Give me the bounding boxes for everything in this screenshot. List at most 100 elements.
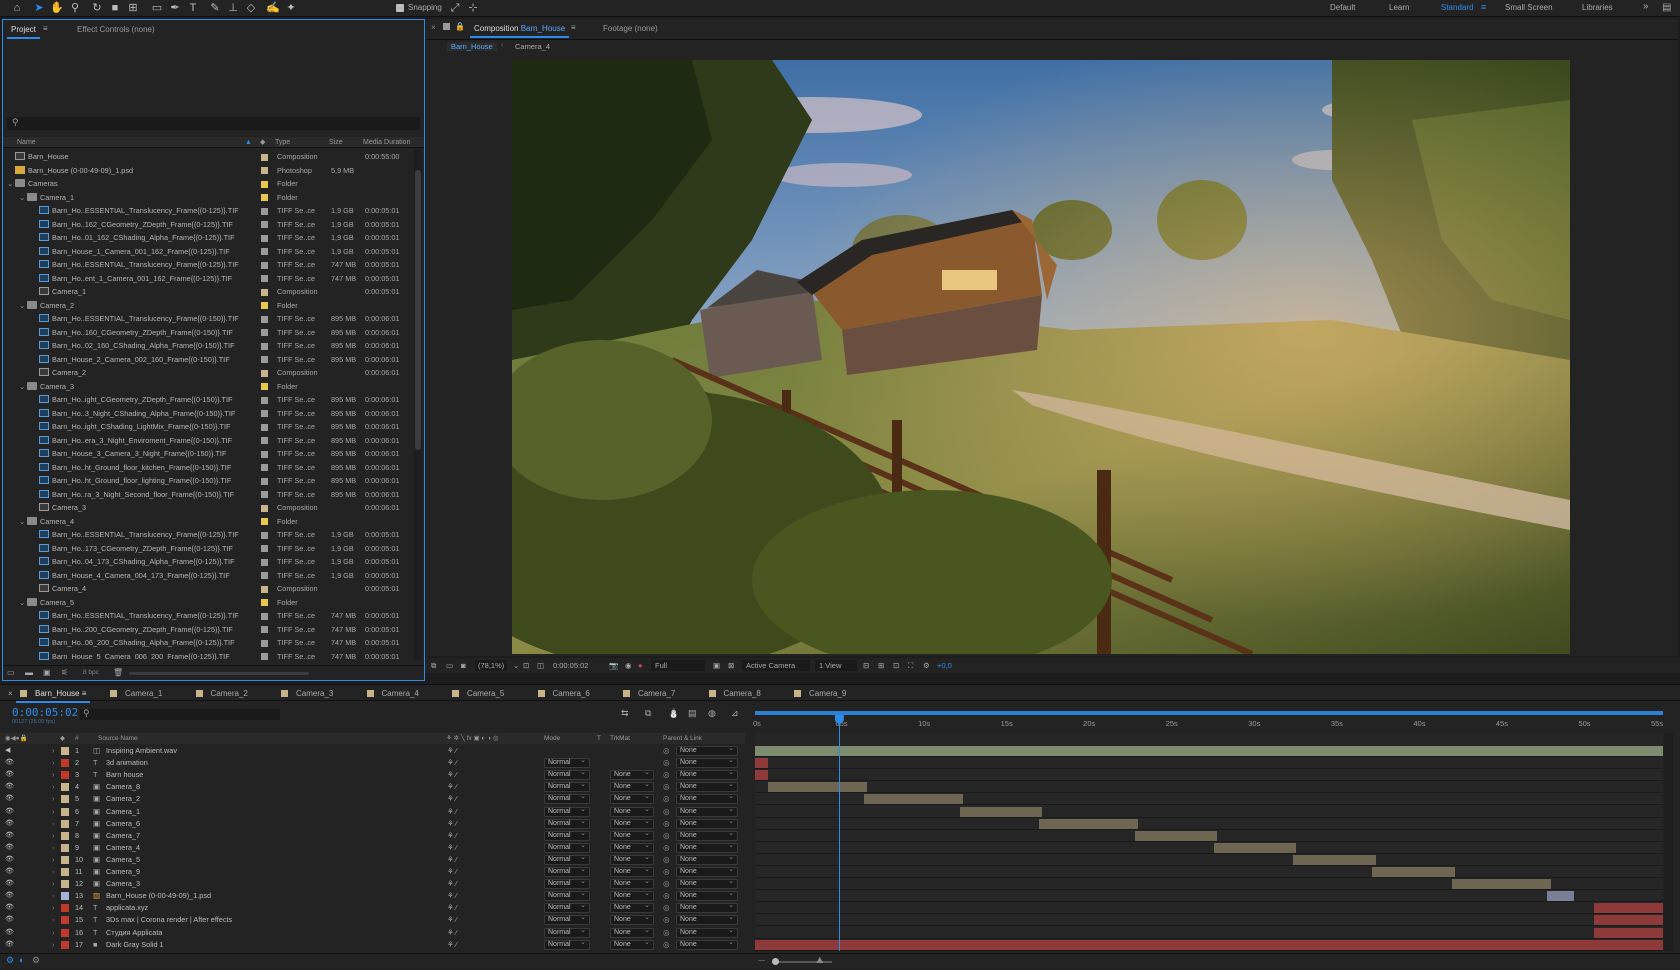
layer-row[interactable]: 👁 › 6 ▣ Camera_1 ⚘ ⁄ Normal None ◎ None <box>0 806 745 818</box>
expand-layer-icon[interactable]: › <box>52 927 54 939</box>
blend-mode-dropdown[interactable]: Normal <box>544 854 590 865</box>
project-menu-icon[interactable]: ≡ <box>43 24 48 33</box>
track-matte-dropdown[interactable]: None <box>610 939 654 950</box>
track-matte-dropdown[interactable]: None <box>610 830 654 841</box>
parent-pickwhip-icon[interactable]: ◎ <box>663 830 669 842</box>
label-color-swatch[interactable] <box>261 275 268 282</box>
blend-mode-dropdown[interactable]: Normal <box>544 793 590 805</box>
layer-duration-bar[interactable] <box>1038 818 1138 829</box>
track-matte-dropdown[interactable]: None <box>610 781 654 793</box>
project-item[interactable]: Barn_Ho..04_173_CShading_Alpha_Frame{(0-… <box>3 555 416 569</box>
timeline-tab[interactable]: Camera_1 <box>110 689 162 698</box>
label-color-swatch[interactable] <box>261 167 268 174</box>
parent-pickwhip-icon[interactable]: ◎ <box>663 866 669 878</box>
track-matte-dropdown[interactable]: None <box>610 806 654 817</box>
project-item[interactable]: Barn_Ho..ra_3_Night_Second_floor_Frame{(… <box>3 488 416 502</box>
project-item[interactable]: Barn_Ho..01_162_CShading_Alpha_Frame{(0-… <box>3 231 416 245</box>
layer-name[interactable]: Студия Applicata <box>106 927 162 939</box>
parent-pickwhip-icon[interactable]: ◎ <box>663 818 669 830</box>
layer-row[interactable]: 👁 › 10 ▣ Camera_5 ⚘ ⁄ Normal None ◎ None <box>0 854 745 866</box>
parent-dropdown[interactable]: None <box>676 939 738 950</box>
expand-layer-icon[interactable]: › <box>52 757 54 769</box>
parent-dropdown[interactable]: None <box>676 769 738 781</box>
layer-name[interactable]: 3Ds max | Corona render | After effects <box>106 914 232 926</box>
visibility-eye-icon[interactable]: 👁 <box>5 854 14 866</box>
track-matte-dropdown[interactable]: None <box>610 902 654 914</box>
camera-view-dropdown[interactable]: Active Camera <box>742 660 810 671</box>
layer-row[interactable]: 👁 › 5 ▣ Camera_2 ⚘ ⁄ Normal None ◎ None <box>0 793 745 805</box>
motion-blur-icon[interactable]: ◍ <box>708 708 716 719</box>
label-color-swatch[interactable] <box>261 221 268 228</box>
track-matte-dropdown[interactable]: None <box>610 842 654 853</box>
label-color-swatch[interactable] <box>261 585 268 593</box>
project-item[interactable]: Barn_House_5_Camera_006_200_Frame{(0-125… <box>3 650 416 660</box>
layer-switches-icon[interactable]: ⚘ ⁄ <box>447 806 457 818</box>
blend-mode-dropdown[interactable]: Normal <box>544 890 590 902</box>
label-color-swatch[interactable] <box>261 342 268 350</box>
layer-row[interactable]: 👁 › 8 ▣ Camera_7 ⚘ ⁄ Normal None ◎ None <box>0 830 745 842</box>
layer-duration-bar[interactable] <box>1293 854 1376 865</box>
layer-duration-bar[interactable] <box>1134 830 1218 841</box>
visibility-eye-icon[interactable]: 👁 <box>5 866 14 878</box>
visibility-eye-icon[interactable]: 👁 <box>5 769 14 781</box>
hide-shy-layers-icon[interactable]: ⛄ <box>668 708 679 719</box>
track-area[interactable] <box>755 733 1663 951</box>
project-item[interactable]: Barn_Ho..173_CGeometry_ZDepth_Frame{(0-1… <box>3 542 416 556</box>
label-color-swatch[interactable] <box>261 572 268 579</box>
layer-row[interactable]: 👁 › 13 ▨ Barn_House (0-00-49-09)_1.psd ⚘ ⁄ Nor… <box>0 890 745 902</box>
layer-name[interactable]: applicata.xyz <box>106 902 148 914</box>
layer-switches-icon[interactable]: ⚙ <box>6 955 14 966</box>
visibility-eye-icon[interactable]: 👁 <box>5 818 14 830</box>
project-item[interactable]: Barn_Ho..ESSENTIAL_Translucency_Frame{(0… <box>3 258 416 272</box>
layer-label-color[interactable] <box>61 843 69 852</box>
track-matte-dropdown[interactable]: None <box>610 866 654 877</box>
zoom-dropdown[interactable]: (78,1%) <box>475 660 508 671</box>
project-item[interactable]: ⌄ Camera_4 Folder <box>3 515 416 529</box>
visibility-eye-icon[interactable]: 👁 <box>5 842 14 854</box>
project-item[interactable]: Barn_Ho..ESSENTIAL_Translucency_Frame{(0… <box>3 609 416 623</box>
layer-switches-icon[interactable]: ⚘ ⁄ <box>447 769 457 781</box>
label-color-swatch[interactable] <box>261 396 268 404</box>
project-item[interactable]: Barn_Ho..ight_CShading_LightMix_Frame{(0… <box>3 420 416 434</box>
label-color-swatch[interactable] <box>261 558 268 566</box>
layer-label-color[interactable] <box>61 892 69 901</box>
project-item[interactable]: Barn_Ho..ight_CGeometry_ZDepth_Frame{(0-… <box>3 393 416 407</box>
layer-row[interactable]: 👁 › 17 ■ Dark Gray Solid 1 ⚘ ⁄ Normal None ◎ None <box>0 939 745 951</box>
label-color-swatch[interactable] <box>261 626 268 633</box>
layer-switches-icon[interactable]: ⚘ ⁄ <box>447 830 457 842</box>
label-color-swatch[interactable] <box>261 491 268 498</box>
parent-dropdown[interactable]: None <box>676 818 738 829</box>
zoom-out-icon[interactable]: ⏤ <box>758 955 765 966</box>
layer-switches-icon[interactable]: ⚘ ⁄ <box>447 890 457 902</box>
project-item[interactable]: Barn_Ho..162_CGeometry_ZDepth_Frame{(0-1… <box>3 218 416 232</box>
project-item[interactable]: Barn_Ho..160_CGeometry_ZDepth_Frame{(0-1… <box>3 326 416 340</box>
type-tool-icon[interactable]: T <box>186 1 200 15</box>
label-color-swatch[interactable] <box>261 639 268 647</box>
project-item[interactable]: ⌄ Camera_1 Folder <box>3 191 416 205</box>
expand-layer-icon[interactable]: › <box>52 818 54 830</box>
track-matte-dropdown[interactable]: None <box>610 890 654 902</box>
flowchart-icon[interactable]: ⛶ <box>908 658 913 673</box>
more-workspaces-icon[interactable]: » <box>1643 1 1649 12</box>
layer-name[interactable]: Camera_8 <box>106 781 140 793</box>
label-color-swatch[interactable] <box>261 504 268 512</box>
tab-composition[interactable]: Composition Barn_House <box>469 24 570 38</box>
layer-name[interactable]: Camera_7 <box>106 830 140 842</box>
layer-switches-icon[interactable]: ⚘ ⁄ <box>447 902 457 914</box>
toggle-transparency-icon[interactable]: ⊠ <box>728 658 734 673</box>
parent-dropdown[interactable]: None <box>676 890 738 902</box>
parent-pickwhip-icon[interactable]: ◎ <box>663 902 669 914</box>
time-ruler[interactable]: 0s 05s 10s 15s 20s 25s 30s 35s 40s 45s 50s 55s <box>753 711 1663 731</box>
timeline-toggle-icon[interactable]: ⊡ <box>893 658 899 673</box>
blend-mode-dropdown[interactable]: Normal <box>544 830 590 841</box>
parent-pickwhip-icon[interactable]: ◎ <box>663 842 669 854</box>
visibility-eye-icon[interactable]: 👁 <box>5 902 14 914</box>
layer-switches-icon[interactable]: ⚘ ⁄ <box>447 781 457 793</box>
parent-pickwhip-icon[interactable]: ◎ <box>663 769 669 781</box>
hand-tool-icon[interactable]: ✋ <box>50 1 64 15</box>
viewer-timecode[interactable]: 0:00:05:02 <box>553 658 588 673</box>
expand-layer-icon[interactable]: › <box>52 806 54 818</box>
timeline-tab[interactable]: Barn_House ≡ <box>16 689 91 703</box>
blend-mode-dropdown[interactable]: Normal <box>544 806 590 817</box>
expand-layer-icon[interactable]: › <box>52 878 54 890</box>
